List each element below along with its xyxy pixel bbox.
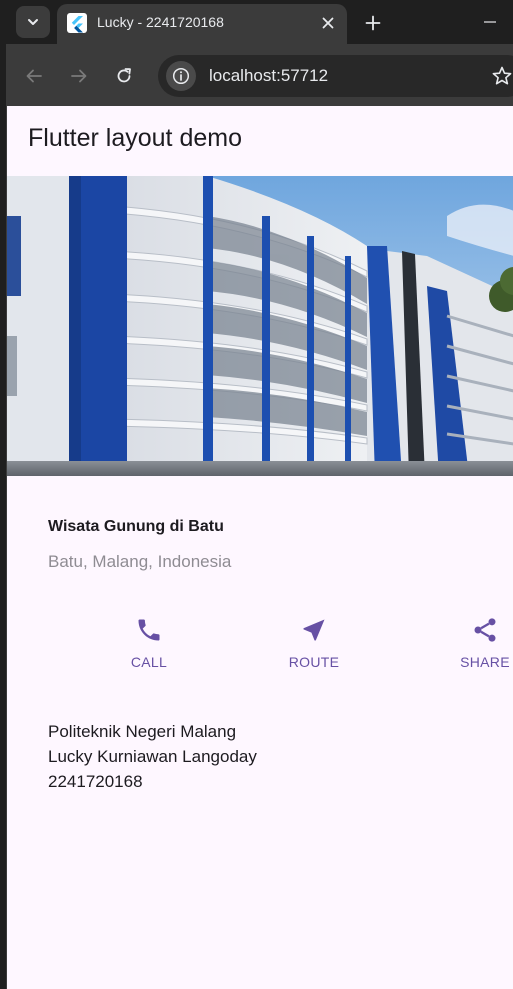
tab-search-button[interactable] (16, 6, 50, 38)
place-title: Wisata Gunung di Batu (48, 518, 224, 535)
description-line: Lucky Kurniawan Langoday (48, 747, 257, 766)
tab-close-button[interactable] (317, 12, 339, 34)
address-bar[interactable]: localhost:57712 (158, 55, 513, 97)
back-button[interactable] (20, 62, 48, 90)
app-bar-title: Flutter layout demo (28, 124, 242, 152)
forward-button[interactable] (65, 62, 93, 90)
site-info-button[interactable] (166, 61, 196, 91)
window-minimize-button[interactable] (476, 10, 504, 34)
description-text: Politeknik Negeri Malang Lucky Kurniawan… (48, 719, 257, 794)
title-section: Wisata Gunung di Batu Batu, Malang, Indo… (48, 518, 231, 572)
plus-icon (365, 15, 381, 31)
close-icon (322, 17, 334, 29)
page-viewport: Flutter layout demo Wisata Gunung di Bat… (6, 106, 513, 989)
chevron-down-icon (28, 19, 38, 25)
description-line: 2241720168 (48, 772, 143, 791)
route-button[interactable]: ROUTE (274, 616, 354, 670)
navigation-arrow-icon (303, 619, 325, 641)
reload-icon (117, 68, 131, 83)
place-location: Batu, Malang, Indonesia (48, 552, 232, 571)
new-tab-button[interactable] (360, 10, 386, 36)
flutter-logo-icon (67, 13, 87, 33)
url-text[interactable]: localhost:57712 (209, 66, 328, 86)
arrow-right-icon (71, 69, 87, 83)
tab-title: Lucky - 2241720168 (97, 14, 224, 30)
minimize-icon (484, 21, 496, 23)
arrow-left-icon (26, 69, 42, 83)
route-label: ROUTE (288, 654, 340, 670)
browser-tab-strip: Lucky - 2241720168 (0, 0, 513, 44)
share-icon (474, 618, 496, 642)
share-button[interactable]: SHARE (445, 616, 513, 670)
description-line: Politeknik Negeri Malang (48, 722, 237, 741)
info-icon (172, 67, 190, 85)
building-photo (7, 176, 513, 476)
call-label: CALL (130, 654, 168, 670)
share-label: SHARE (460, 654, 510, 670)
reload-button[interactable] (110, 62, 138, 90)
browser-toolbar: localhost:57712 (6, 44, 513, 106)
phone-icon (138, 619, 160, 641)
call-button[interactable]: CALL (109, 616, 189, 670)
bookmark-button[interactable] (490, 64, 513, 88)
browser-tab[interactable]: Lucky - 2241720168 (57, 4, 347, 44)
star-icon (492, 66, 512, 85)
